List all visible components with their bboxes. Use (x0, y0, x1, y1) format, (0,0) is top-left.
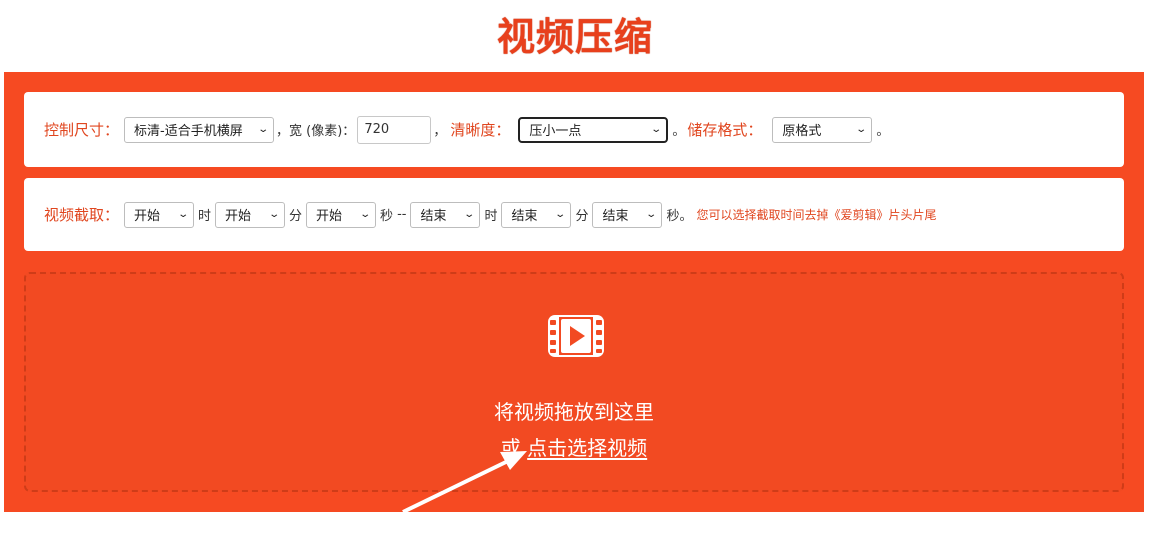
chevron-down-icon: ⌄ (650, 124, 663, 135)
clarity-select-value: 压小一点 (529, 124, 582, 139)
clarity-label: 清晰度： (450, 121, 511, 139)
size-select[interactable]: 标清-适合手机横屏 ⌄ (124, 116, 275, 143)
chevron-down-icon: ⌄ (256, 124, 269, 135)
minute-unit: 分 (575, 209, 589, 224)
hour-unit: 时 (198, 209, 212, 224)
select-video-link[interactable]: 点击选择视频 (527, 436, 647, 460)
clip-hint: 您可以选择截取时间去掉《爱剪辑》片头片尾 (696, 208, 937, 222)
end-second-select[interactable]: 结束 ⌄ (592, 201, 663, 228)
clip-label: 视频截取： (44, 206, 120, 224)
start-hour-select[interactable]: 开始 ⌄ (124, 201, 195, 228)
settings-card: 控制尺寸： 标清-适合手机横屏 ⌄ ， 宽 (像素)： 720 ， 清晰度： 压… (24, 92, 1124, 167)
start-minute-select[interactable]: 开始 ⌄ (215, 201, 286, 228)
width-label: 宽 (像素)： (289, 124, 356, 139)
compress-panel: 控制尺寸： 标清-适合手机横屏 ⌄ ， 宽 (像素)： 720 ， 清晰度： 压… (4, 72, 1144, 512)
end-hour-select[interactable]: 结束 ⌄ (410, 201, 481, 228)
start-hour-value: 开始 (134, 209, 161, 224)
width-input[interactable]: 720 (357, 115, 432, 144)
end-second-value: 结束 (602, 209, 629, 224)
size-select-value: 标清-适合手机横屏 (134, 124, 243, 139)
drop-or-line: 或 点击选择视频 (26, 432, 1122, 461)
comma: ， (276, 124, 290, 139)
minute-unit: 分 (289, 209, 303, 224)
or-text: 或 (500, 436, 521, 460)
format-select[interactable]: 原格式 ⌄ (772, 116, 873, 143)
chevron-down-icon: ⌄ (554, 209, 567, 220)
drop-instruction: 将视频拖放到这里 (494, 400, 654, 424)
start-minute-value: 开始 (225, 209, 252, 224)
page-title: 视频压缩 (496, 14, 653, 59)
chevron-down-icon: ⌄ (855, 124, 868, 135)
end-hour-value: 结束 (420, 209, 447, 224)
film-icon (548, 315, 604, 357)
period: 。 (672, 124, 686, 139)
second-unit: 秒 (380, 209, 394, 224)
end-minute-value: 结束 (511, 209, 538, 224)
start-second-select[interactable]: 开始 ⌄ (306, 201, 377, 228)
chevron-down-icon: ⌄ (645, 209, 658, 220)
video-drop-zone[interactable]: 将视频拖放到这里 或 点击选择视频 (24, 272, 1124, 492)
start-second-value: 开始 (316, 209, 343, 224)
format-label: 储存格式： (687, 121, 763, 139)
clip-card: 视频截取： 开始 ⌄ 时 开始 ⌄ 分 开始 ⌄ 秒 -- 结束 ⌄ 时 结束 … (24, 178, 1124, 251)
hour-unit: 时 (484, 209, 498, 224)
chevron-down-icon: ⌄ (358, 209, 371, 220)
chevron-down-icon: ⌄ (267, 209, 280, 220)
clarity-select[interactable]: 压小一点 ⌄ (518, 116, 669, 143)
chevron-down-icon: ⌄ (463, 209, 476, 220)
comma: ， (433, 124, 447, 139)
size-label: 控制尺寸： (44, 121, 120, 139)
end-minute-select[interactable]: 结束 ⌄ (501, 201, 572, 228)
range-dash: -- (397, 207, 407, 222)
period: 。 (876, 124, 890, 139)
second-unit: 秒。 (666, 209, 693, 224)
format-select-value: 原格式 (782, 124, 822, 139)
chevron-down-icon: ⌄ (176, 209, 189, 220)
